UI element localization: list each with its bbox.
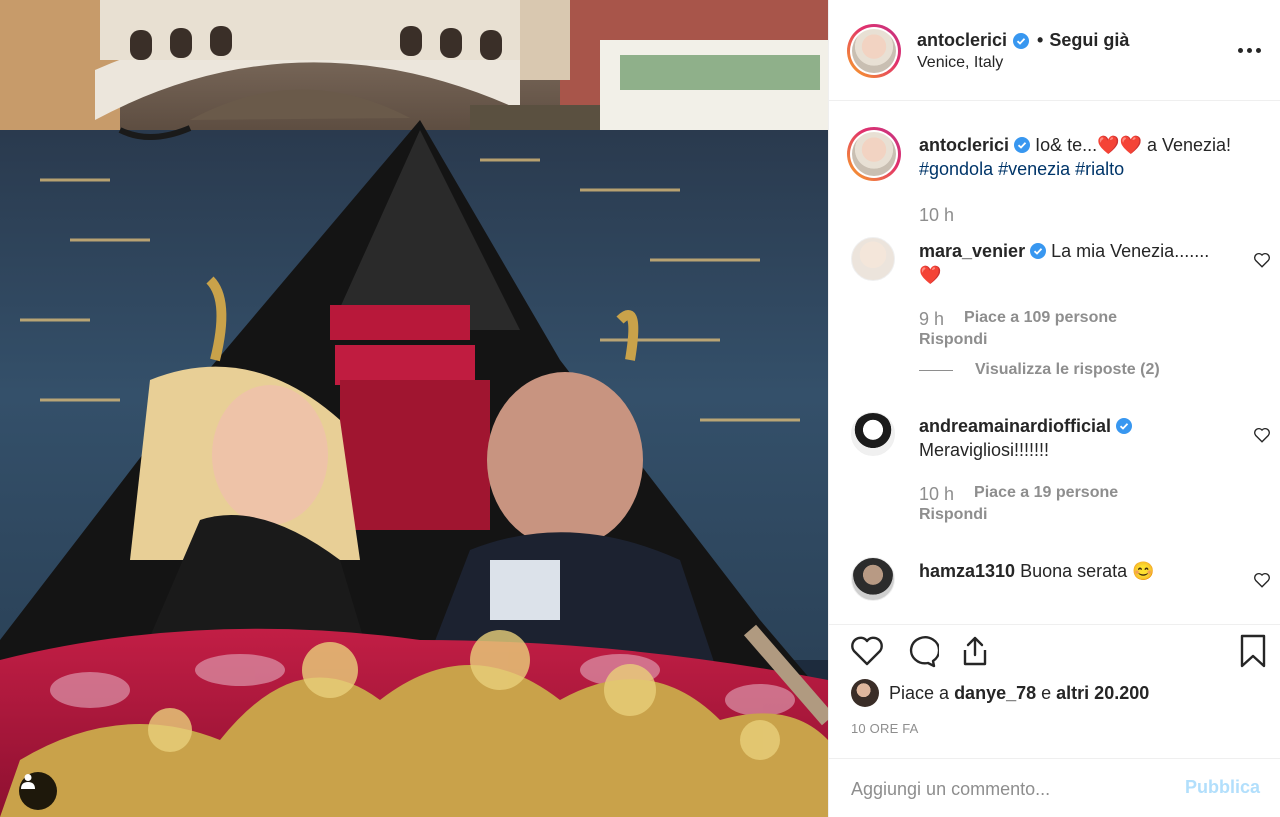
caption-text-block: antoclerici Io& te...❤️❤️ a Venezia! #go… <box>919 133 1249 181</box>
commenter-username[interactable]: hamza1310 <box>919 561 1015 581</box>
user-tag-icon <box>21 774 35 789</box>
likes-prefix: Piace a <box>889 682 950 703</box>
comment-time[interactable]: 10 h <box>919 484 954 505</box>
verified-badge-icon <box>1116 418 1133 434</box>
gondola-photo-illustration <box>0 0 828 817</box>
comment-text: La mia Venezia....... <box>1051 241 1210 261</box>
verified-badge-icon <box>1014 137 1031 153</box>
publish-button[interactable]: Pubblica <box>1185 777 1260 798</box>
likes-summary: Piace a danye_78 e altri 20.200 <box>851 679 1149 707</box>
comment-emoji: 😊 <box>1132 561 1155 581</box>
post-header: antoclerici • Segui già Venice, Italy <box>829 0 1280 101</box>
author-line: antoclerici • Segui già <box>917 30 1129 51</box>
reply-button[interactable]: Rispondi <box>919 331 987 349</box>
post-location[interactable]: Venice, Italy <box>917 54 1003 72</box>
add-comment-bar: Pubblica <box>829 758 1280 817</box>
follow-status-button[interactable]: Segui già <box>1049 30 1129 51</box>
comment-like-heart-icon[interactable] <box>1253 571 1271 589</box>
commenter-avatar[interactable] <box>851 557 895 601</box>
commenter-username[interactable]: andreamainardiofficial <box>919 416 1111 436</box>
comment-meta: 10 h Piace a 19 persone <box>919 484 1118 505</box>
caption-meta: 10 h <box>919 205 954 226</box>
post-side-panel: antoclerici • Segui già Venice, Italy an… <box>828 0 1280 817</box>
caption-text: Io& te... <box>1035 135 1098 155</box>
comment-input[interactable] <box>851 775 1171 803</box>
caption-hearts: ❤️❤️ <box>1097 135 1142 155</box>
likes-conj: e <box>1041 682 1052 703</box>
author-avatar[interactable] <box>847 24 901 78</box>
comment-text: Meravigliosi!!!!!!! <box>919 440 1050 460</box>
post-actions: Piace a danye_78 e altri 20.200 10 ORE F… <box>829 624 1280 744</box>
comments-section: antoclerici Io& te...❤️❤️ a Venezia! #go… <box>829 101 1280 624</box>
comment-text-block: andreamainardiofficial Meravigliosi!!!!!… <box>919 414 1249 462</box>
comment-meta: 9 h Piace a 109 persone <box>919 309 1117 330</box>
comment-like-heart-icon[interactable] <box>1253 251 1271 269</box>
liker-avatar[interactable] <box>851 679 879 707</box>
commenter-username[interactable]: mara_venier <box>919 241 1025 261</box>
caption-time[interactable]: 10 h <box>919 205 954 226</box>
commenter-avatar[interactable] <box>851 237 895 281</box>
comment-like-heart-icon[interactable] <box>1253 426 1271 444</box>
comment-time[interactable]: 9 h <box>919 309 944 330</box>
more-options-icon[interactable] <box>1229 38 1269 62</box>
caption-avatar[interactable] <box>847 127 901 181</box>
user-tag-button[interactable] <box>19 772 57 810</box>
comment-likes[interactable]: Piace a 19 persone <box>974 484 1118 505</box>
hashtag-rialto[interactable]: #rialto <box>1075 159 1124 179</box>
view-replies-label: Visualizza le risposte (2) <box>975 361 1160 378</box>
likes-others[interactable]: altri 20.200 <box>1056 683 1149 704</box>
comment-emoji: ❤️ <box>919 265 942 285</box>
post-photo[interactable] <box>0 0 828 817</box>
separator-dot: • <box>1037 30 1044 50</box>
caption-username[interactable]: antoclerici <box>919 135 1009 155</box>
commenter-avatar[interactable] <box>851 412 895 456</box>
reply-button[interactable]: Rispondi <box>919 506 987 524</box>
share-icon[interactable] <box>957 633 993 669</box>
replies-divider <box>919 369 953 371</box>
heart-icon[interactable] <box>849 633 885 669</box>
comment-likes[interactable]: Piace a 109 persone <box>964 309 1117 330</box>
bookmark-icon[interactable] <box>1235 633 1271 669</box>
view-replies-button[interactable]: Visualizza le risposte (2) <box>919 361 1160 379</box>
verified-badge-icon <box>1013 32 1030 49</box>
comment-text-block: hamza1310 Buona serata 😊 <box>919 559 1249 583</box>
post-timestamp[interactable]: 10 ORE FA <box>851 721 919 736</box>
liker-username[interactable]: danye_78 <box>954 683 1036 704</box>
comment-text: Buona serata <box>1020 561 1128 581</box>
hashtag-gondola[interactable]: #gondola <box>919 159 993 179</box>
hashtag-venezia[interactable]: #venezia <box>998 159 1070 179</box>
comment-icon[interactable] <box>903 633 939 669</box>
author-username[interactable]: antoclerici <box>917 30 1007 51</box>
caption-suffix: a Venezia! <box>1146 135 1232 155</box>
comment-text-block: mara_venier La mia Venezia....... ❤️ <box>919 239 1249 287</box>
verified-badge-icon <box>1030 243 1047 259</box>
